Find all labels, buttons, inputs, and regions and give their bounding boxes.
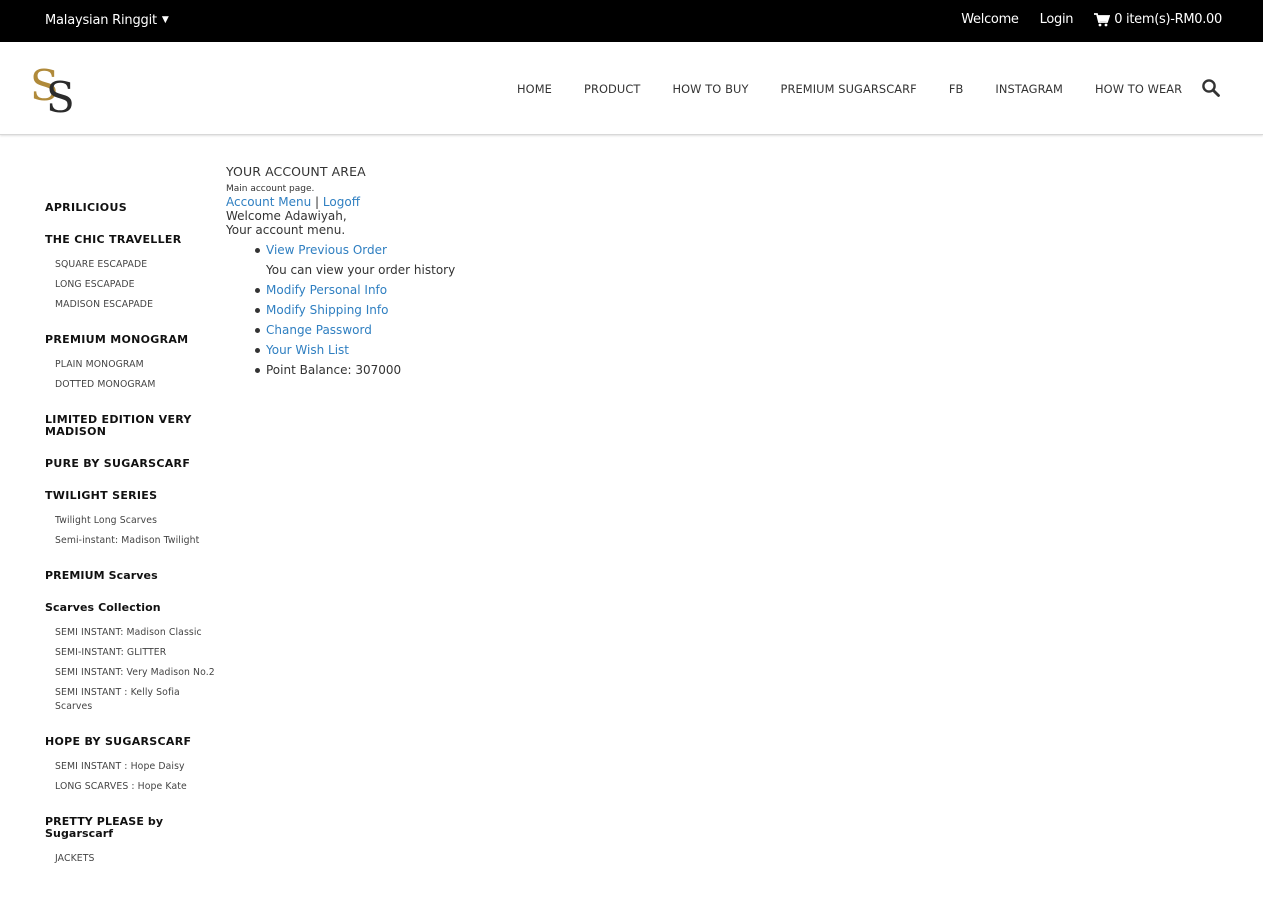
- sidebar-category[interactable]: Scarves Collection: [45, 602, 215, 614]
- account-menu-list: View Previous Order You can view your or…: [254, 240, 455, 380]
- point-balance: Point Balance: 307000: [254, 360, 455, 380]
- sidebar-subcategory-list: Twilight Long Scarves Semi-instant: Madis…: [45, 514, 215, 548]
- link-separator: |: [315, 195, 320, 209]
- main-nav: HOME PRODUCT HOW TO BUY PREMIUM SUGARSCARF F…: [517, 82, 1182, 96]
- nav-item-how-to-buy[interactable]: HOW TO BUY: [672, 82, 748, 96]
- svg-text:S: S: [46, 73, 75, 116]
- sidebar-subcategory-list: PLAIN MONOGRAM DOTTED MONOGRAM: [45, 358, 215, 392]
- list-item: Modify Shipping Info: [254, 300, 455, 320]
- sidebar-subcategory[interactable]: SEMI INSTANT : Kelly Sofia Scarves: [55, 686, 215, 714]
- top-bar: Malaysian Ringgit ▼ Welcome Login 0 item…: [0, 0, 1263, 42]
- sidebar-subcategory[interactable]: MADISON ESCAPADE: [55, 298, 215, 312]
- nav-item-fb[interactable]: FB: [949, 82, 964, 96]
- modify-shipping-info-link[interactable]: Modify Shipping Info: [266, 303, 388, 317]
- sidebar-subcategory[interactable]: DOTTED MONOGRAM: [55, 378, 215, 392]
- list-item: Your Wish List: [254, 340, 455, 360]
- sidebar-category[interactable]: HOPE BY SUGARSCARF: [45, 736, 215, 748]
- list-item: Change Password: [254, 320, 455, 340]
- sidebar-category[interactable]: PREMIUM Scarves: [45, 570, 215, 582]
- sidebar-category[interactable]: THE CHIC TRAVELLER: [45, 234, 215, 246]
- sidebar-category[interactable]: PRETTY PLEASE by Sugarscarf: [45, 816, 215, 840]
- page-title: YOUR ACCOUNT AREA: [226, 164, 366, 179]
- order-history-note: You can view your order history: [266, 263, 456, 277]
- login-link[interactable]: Login: [1040, 12, 1074, 27]
- sidebar-subcategory[interactable]: PLAIN MONOGRAM: [55, 358, 215, 372]
- sugarscarf-logo[interactable]: S S: [28, 60, 82, 116]
- top-right-links: Welcome Login 0 item(s)-RM0.00: [961, 12, 1222, 27]
- view-previous-order-link[interactable]: View Previous Order: [266, 243, 387, 257]
- list-item: Modify Personal Info: [254, 280, 455, 300]
- sidebar-category[interactable]: APRILICIOUS: [45, 202, 215, 214]
- sidebar-subcategory-list: SEMI INSTANT : Hope Daisy LONG SCARVES : …: [45, 760, 215, 794]
- sidebar-subcategory[interactable]: LONG SCARVES : Hope Kate: [55, 780, 215, 794]
- welcome-text: Welcome: [961, 12, 1019, 27]
- welcome-message: Welcome Adawiyah,: [226, 209, 347, 223]
- wish-list-link[interactable]: Your Wish List: [266, 343, 349, 357]
- logoff-link[interactable]: Logoff: [323, 195, 360, 209]
- sidebar-subcategory[interactable]: SEMI INSTANT: Very Madison No.2: [55, 666, 215, 680]
- sidebar-subcategory[interactable]: Semi-instant: Madison Twilight: [55, 534, 215, 548]
- change-password-link[interactable]: Change Password: [266, 323, 372, 337]
- category-sidebar: APRILICIOUS THE CHIC TRAVELLER SQUARE ESCA…: [45, 202, 215, 888]
- sidebar-subcategory[interactable]: Twilight Long Scarves: [55, 514, 215, 528]
- nav-item-how-to-wear[interactable]: HOW TO WEAR: [1095, 82, 1182, 96]
- site-header: S S HOME PRODUCT HOW TO BUY PREMIUM SUGARSC…: [0, 42, 1263, 135]
- search-icon[interactable]: [1201, 78, 1221, 98]
- cart-summary: 0 item(s)-RM0.00: [1114, 12, 1222, 27]
- sidebar-subcategory[interactable]: SEMI INSTANT: Madison Classic: [55, 626, 215, 640]
- account-menu-link[interactable]: Account Menu: [226, 195, 311, 209]
- cart-link[interactable]: 0 item(s)-RM0.00: [1094, 12, 1222, 27]
- currency-label: Malaysian Ringgit: [45, 13, 157, 28]
- account-menu-title: Your account menu.: [226, 223, 346, 237]
- currency-selector[interactable]: Malaysian Ringgit ▼: [45, 13, 169, 28]
- account-links: Account Menu | Logoff: [226, 195, 455, 209]
- nav-item-home[interactable]: HOME: [517, 82, 552, 96]
- caret-down-icon: ▼: [161, 14, 169, 25]
- nav-item-product[interactable]: PRODUCT: [584, 82, 640, 96]
- sidebar-subcategory[interactable]: SQUARE ESCAPADE: [55, 258, 215, 272]
- sidebar-subcategory-list: JACKETS: [45, 852, 215, 866]
- sidebar-subcategory-list: SEMI INSTANT: Madison Classic SEMI-INSTAN…: [45, 626, 215, 714]
- sidebar-category[interactable]: PREMIUM MONOGRAM: [45, 334, 215, 346]
- sidebar-subcategory[interactable]: SEMI-INSTANT: GLITTER: [55, 646, 215, 660]
- list-item: View Previous Order: [254, 240, 455, 260]
- page-subtitle: Main account page.: [226, 184, 315, 194]
- sidebar-subcategory[interactable]: SEMI INSTANT : Hope Daisy: [55, 760, 215, 774]
- modify-personal-info-link[interactable]: Modify Personal Info: [266, 283, 387, 297]
- sidebar-category[interactable]: PURE BY SUGARSCARF: [45, 458, 215, 470]
- shopping-cart-icon: [1094, 12, 1111, 26]
- account-area: YOUR ACCOUNT AREA Main account page. Acc…: [226, 164, 455, 380]
- sidebar-subcategory-list: SQUARE ESCAPADE LONG ESCAPADE MADISON ESCA…: [45, 258, 215, 312]
- sidebar-subcategory[interactable]: JACKETS: [55, 852, 215, 866]
- sidebar-category[interactable]: LIMITED EDITION VERY MADISON: [45, 414, 215, 438]
- sidebar-subcategory[interactable]: LONG ESCAPADE: [55, 278, 215, 292]
- nav-item-instagram[interactable]: INSTAGRAM: [995, 82, 1063, 96]
- sidebar-category[interactable]: TWILIGHT SERIES: [45, 490, 215, 502]
- nav-item-premium-sugarscarf[interactable]: PREMIUM SUGARSCARF: [781, 82, 917, 96]
